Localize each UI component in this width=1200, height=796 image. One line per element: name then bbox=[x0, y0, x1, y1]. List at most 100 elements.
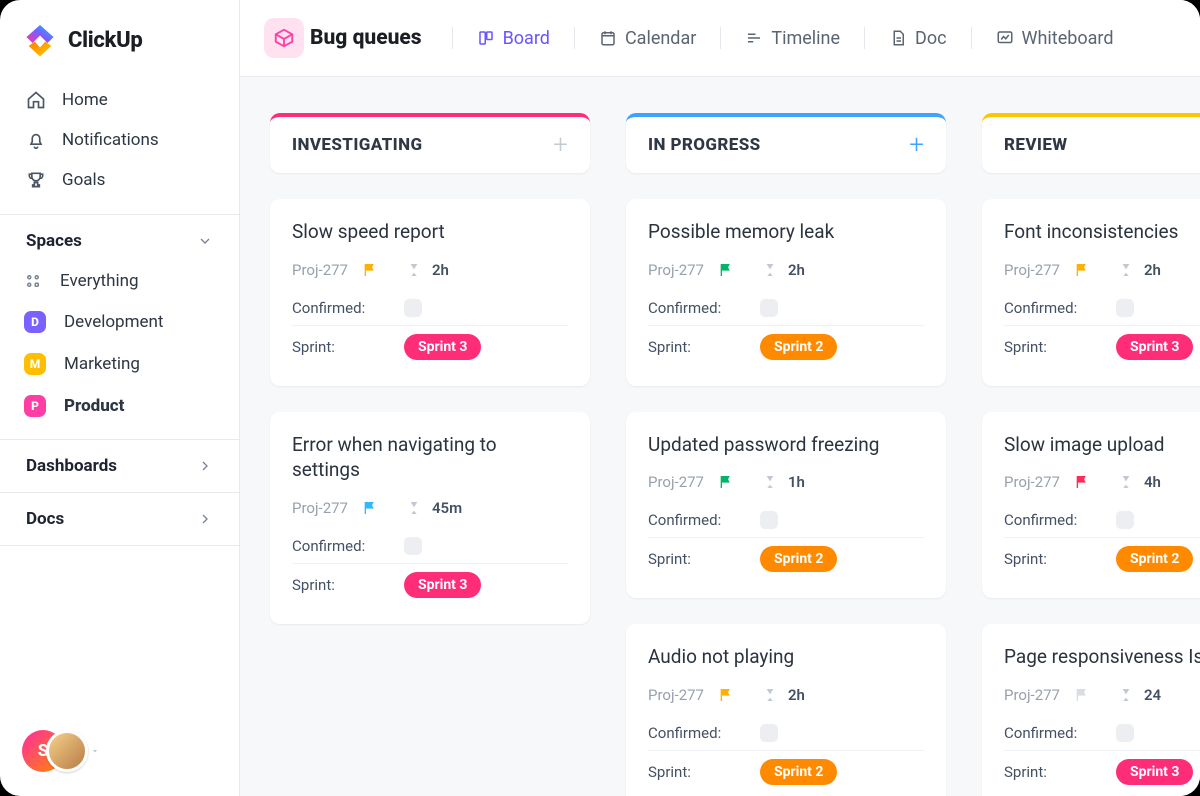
card-title: Page responsiveness Issues bbox=[1004, 644, 1200, 670]
chevron-right-icon bbox=[197, 511, 213, 527]
timeline-icon bbox=[745, 29, 763, 47]
space-product[interactable]: P Product bbox=[0, 385, 239, 427]
confirmed-row: Confirmed: bbox=[1004, 503, 1200, 537]
spaces-header[interactable]: Spaces bbox=[0, 215, 239, 261]
confirmed-checkbox[interactable] bbox=[760, 724, 778, 742]
confirmed-checkbox[interactable] bbox=[1116, 511, 1134, 529]
confirmed-row: Confirmed: bbox=[648, 503, 924, 537]
column-title: REVIEW bbox=[1004, 135, 1068, 155]
docs-section[interactable]: Docs bbox=[0, 493, 239, 545]
flag-icon bbox=[1074, 474, 1090, 490]
confirmed-label: Confirmed: bbox=[648, 299, 734, 317]
card[interactable]: Possible memory leak Proj-277 2h Confirm… bbox=[626, 199, 946, 386]
sprint-pill[interactable]: Sprint 3 bbox=[404, 334, 481, 360]
nav-notifications[interactable]: Notifications bbox=[0, 120, 239, 160]
board-icon bbox=[477, 29, 495, 47]
spaces-everything[interactable]: Everything bbox=[0, 261, 239, 301]
card-title: Slow speed report bbox=[292, 219, 568, 245]
card[interactable]: Updated password freezing Proj-277 1h Co… bbox=[626, 412, 946, 599]
confirmed-row: Confirmed: bbox=[1004, 291, 1200, 325]
brand-name: ClickUp bbox=[68, 28, 143, 53]
hourglass-icon bbox=[1118, 687, 1134, 703]
nav-goals-label: Goals bbox=[62, 170, 105, 190]
space-marketing[interactable]: M Marketing bbox=[0, 343, 239, 385]
column-in-progress: IN PROGRESS+ Possible memory leak Proj-2… bbox=[626, 113, 946, 796]
flag-icon bbox=[1074, 262, 1090, 278]
card[interactable]: Error when navigating to settings Proj-2… bbox=[270, 412, 590, 624]
brand[interactable]: ClickUp bbox=[0, 0, 239, 76]
card[interactable]: Audio not playing Proj-277 2h Confirmed:… bbox=[626, 624, 946, 796]
card[interactable]: Page responsiveness Issues Proj-277 24 C… bbox=[982, 624, 1200, 796]
sprint-pill[interactable]: Sprint 2 bbox=[760, 334, 837, 360]
confirmed-checkbox[interactable] bbox=[760, 511, 778, 529]
sprint-label: Sprint: bbox=[292, 338, 378, 356]
trophy-icon bbox=[26, 170, 46, 190]
sprint-row: Sprint: Sprint 2 bbox=[1004, 537, 1200, 580]
spaces-everything-label: Everything bbox=[60, 271, 139, 291]
sprint-row: Sprint: Sprint 3 bbox=[292, 563, 568, 606]
sprint-label: Sprint: bbox=[1004, 338, 1090, 356]
card-meta: Proj-277 2h bbox=[648, 261, 924, 279]
tab-timeline-label: Timeline bbox=[771, 28, 840, 49]
nav-home[interactable]: Home bbox=[0, 80, 239, 120]
card-meta: Proj-277 45m bbox=[292, 499, 568, 517]
column-title: INVESTIGATING bbox=[292, 135, 423, 155]
flag-icon bbox=[718, 474, 734, 490]
tab-doc[interactable]: Doc bbox=[881, 22, 955, 55]
sprint-row: Sprint: Sprint 2 bbox=[648, 537, 924, 580]
sprint-label: Sprint: bbox=[648, 763, 734, 781]
chevron-right-icon bbox=[197, 458, 213, 474]
card-list: Slow speed report Proj-277 2h Confirmed:… bbox=[270, 199, 590, 624]
card[interactable]: Font inconsistencies Proj-277 2h Confirm… bbox=[982, 199, 1200, 386]
tab-timeline[interactable]: Timeline bbox=[737, 22, 848, 55]
topbar: Bug queues Board Calendar Timeline Doc bbox=[240, 0, 1200, 77]
project-id: Proj-277 bbox=[648, 261, 704, 279]
tab-whiteboard[interactable]: Whiteboard bbox=[988, 22, 1122, 55]
duration: 2h bbox=[432, 261, 449, 279]
card-title: Updated password freezing bbox=[648, 432, 924, 458]
card[interactable]: Slow speed report Proj-277 2h Confirmed:… bbox=[270, 199, 590, 386]
confirmed-checkbox[interactable] bbox=[1116, 724, 1134, 742]
confirmed-checkbox[interactable] bbox=[404, 537, 422, 555]
card-title: Slow image upload bbox=[1004, 432, 1200, 458]
sprint-pill[interactable]: Sprint 3 bbox=[1116, 334, 1193, 360]
bell-icon bbox=[26, 130, 46, 150]
tab-calendar[interactable]: Calendar bbox=[591, 22, 704, 55]
user-avatars[interactable]: S bbox=[0, 706, 239, 796]
hourglass-icon bbox=[406, 262, 422, 278]
project-id: Proj-277 bbox=[1004, 686, 1060, 704]
confirmed-checkbox[interactable] bbox=[760, 299, 778, 317]
column-header: REVIEW bbox=[982, 113, 1200, 173]
space-label: Marketing bbox=[64, 354, 140, 374]
confirmed-label: Confirmed: bbox=[648, 511, 734, 529]
hourglass-icon bbox=[762, 687, 778, 703]
sprint-pill[interactable]: Sprint 3 bbox=[404, 572, 481, 598]
flag-icon bbox=[362, 500, 378, 516]
sprint-pill[interactable]: Sprint 3 bbox=[1116, 759, 1193, 785]
card-meta: Proj-277 24 bbox=[1004, 686, 1200, 704]
tab-board[interactable]: Board bbox=[469, 22, 558, 55]
duration: 4h bbox=[1144, 473, 1161, 491]
flag-icon bbox=[718, 262, 734, 278]
grid-icon bbox=[24, 272, 42, 290]
card-title: Audio not playing bbox=[648, 644, 924, 670]
nav-goals[interactable]: Goals bbox=[0, 160, 239, 200]
space-development[interactable]: D Development bbox=[0, 301, 239, 343]
sprint-pill[interactable]: Sprint 2 bbox=[1116, 546, 1193, 572]
sprint-row: Sprint: Sprint 2 bbox=[648, 750, 924, 793]
confirmed-label: Confirmed: bbox=[648, 724, 734, 742]
card[interactable]: Slow image upload Proj-277 4h Confirmed:… bbox=[982, 412, 1200, 599]
confirmed-checkbox[interactable] bbox=[1116, 299, 1134, 317]
sprint-pill[interactable]: Sprint 2 bbox=[760, 759, 837, 785]
hourglass-icon bbox=[762, 262, 778, 278]
confirmed-row: Confirmed: bbox=[292, 291, 568, 325]
duration: 2h bbox=[788, 261, 805, 279]
card-meta: Proj-277 4h bbox=[1004, 473, 1200, 491]
board: INVESTIGATING+ Slow speed report Proj-27… bbox=[240, 77, 1200, 796]
spaces-label: Spaces bbox=[26, 231, 82, 251]
confirmed-label: Confirmed: bbox=[292, 537, 378, 555]
confirmed-checkbox[interactable] bbox=[404, 299, 422, 317]
project-id: Proj-277 bbox=[292, 499, 348, 517]
sprint-pill[interactable]: Sprint 2 bbox=[760, 546, 837, 572]
dashboards-section[interactable]: Dashboards bbox=[0, 440, 239, 492]
